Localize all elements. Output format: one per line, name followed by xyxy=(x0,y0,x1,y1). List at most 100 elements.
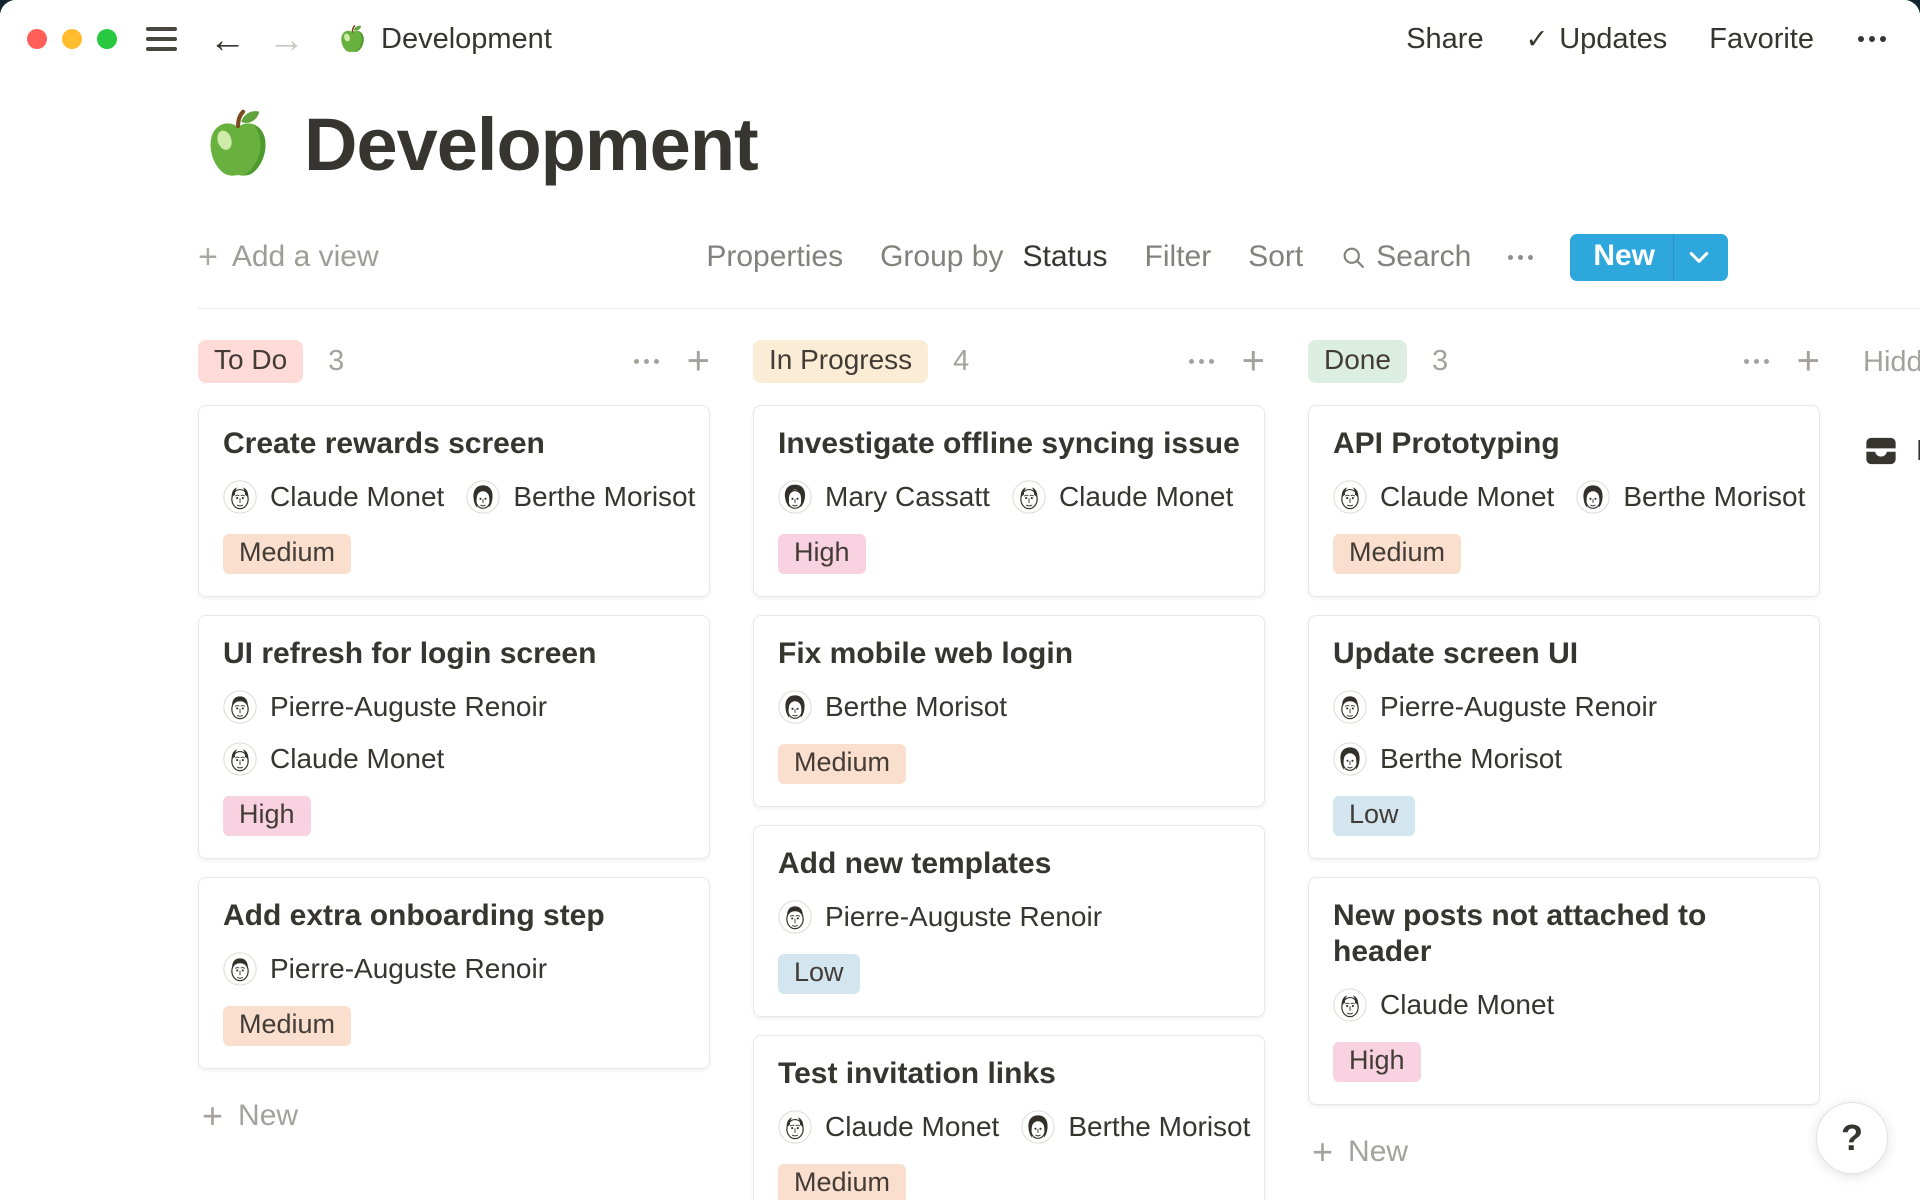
priority-row: Medium xyxy=(778,1144,1240,1200)
assignee-chip: Pierre-Auguste Renoir xyxy=(778,900,1102,934)
page-apple-icon xyxy=(337,24,368,55)
column-count: 3 xyxy=(328,345,344,378)
column-more-icon[interactable] xyxy=(632,351,661,372)
help-button[interactable]: ? xyxy=(1816,1102,1888,1174)
search-button[interactable]: Search xyxy=(1340,240,1471,274)
column-cards: API PrototypingClaude MonetBerthe Moriso… xyxy=(1308,405,1820,1105)
maximize-window-button[interactable] xyxy=(97,29,117,49)
task-card[interactable]: Add new templatesPierre-Auguste RenoirLo… xyxy=(753,825,1265,1017)
column-add-icon[interactable]: + xyxy=(687,341,710,381)
assignee-chip: Berthe Morisot xyxy=(466,480,695,514)
assignee-name: Pierre-Auguste Renoir xyxy=(825,901,1102,933)
favorite-button[interactable]: Favorite xyxy=(1709,23,1814,56)
properties-button[interactable]: Properties xyxy=(706,240,843,274)
column-header: To Do 3 + xyxy=(198,339,710,383)
share-button[interactable]: Share xyxy=(1406,23,1483,56)
column-tools: + xyxy=(632,341,710,381)
assignee-name: Berthe Morisot xyxy=(513,481,695,513)
window-controls xyxy=(27,29,117,49)
priority-row: Medium xyxy=(223,514,685,574)
new-button[interactable]: New xyxy=(1570,234,1728,281)
group-by-label: Group by xyxy=(880,240,1003,274)
assignee-row: Mary Cassatt Claude Monet xyxy=(778,480,1240,514)
assignee-chip: Pierre-Auguste Renoir xyxy=(1333,690,1657,724)
more-options-icon[interactable] xyxy=(1856,30,1888,48)
monet-avatar-icon xyxy=(1333,988,1367,1022)
task-card[interactable]: Investigate offline syncing issueMary Ca… xyxy=(753,405,1265,597)
sidebar-toggle-icon[interactable] xyxy=(146,27,177,51)
assignee-row: Pierre-Auguste Renoir xyxy=(778,900,1240,934)
task-card[interactable]: Add extra onboarding stepPierre-Auguste … xyxy=(198,877,710,1069)
board-column-in-progress: In Progress4+ Investigate offline syncing… xyxy=(753,339,1265,1200)
column-more-icon[interactable] xyxy=(1187,351,1216,372)
priority-badge: Low xyxy=(778,954,860,994)
hidden-columns-label[interactable]: Hidden columns xyxy=(1863,346,1920,379)
assignee-chip: Claude Monet xyxy=(1333,480,1554,514)
column-more-icon[interactable] xyxy=(1742,351,1771,372)
view-more-options-icon[interactable] xyxy=(1508,255,1533,260)
assignee-name: Claude Monet xyxy=(825,1111,999,1143)
board-column-done: Done3+API PrototypingClaude MonetBerthe … xyxy=(1308,339,1820,1173)
kanban-board: To Do 3 + Create rewards screenClaude Monet… xyxy=(0,309,1920,1200)
assignee-chip: Claude Monet xyxy=(1012,480,1233,514)
assignee-row: Berthe Morisot xyxy=(778,690,1240,724)
morisot-avatar-icon xyxy=(778,690,812,724)
priority-badge: Medium xyxy=(223,534,351,574)
assignee-chip: Berthe Morisot xyxy=(1576,480,1805,514)
assignee-chip: Claude Monet xyxy=(223,480,444,514)
card-title: Fix mobile web login xyxy=(778,636,1240,672)
add-card-label: New xyxy=(238,1099,298,1133)
assignee-row: Claude MonetBerthe Morisot xyxy=(778,1110,1240,1144)
priority-row: Low xyxy=(1333,776,1795,836)
hidden-group-no-status[interactable]: No Status xyxy=(1863,433,1920,469)
page-title[interactable]: Development xyxy=(304,102,758,187)
renoir-avatar-icon xyxy=(223,952,257,986)
assignee-chip: Mary Cassatt xyxy=(778,480,990,514)
monet-avatar-icon xyxy=(223,742,257,776)
task-card[interactable]: Fix mobile web loginBerthe MorisotMedium xyxy=(753,615,1265,807)
column-header: In Progress4+ xyxy=(753,339,1265,383)
task-card[interactable]: Create rewards screenClaude MonetBerthe … xyxy=(198,405,710,597)
column-name-badge[interactable]: Done xyxy=(1308,340,1407,383)
new-button-label: New xyxy=(1570,239,1673,275)
task-card[interactable]: UI refresh for login screenPierre-August… xyxy=(198,615,710,859)
assignee-row: Pierre-Auguste Renoir xyxy=(1333,690,1795,724)
priority-row: Low xyxy=(778,934,1240,994)
minimize-window-button[interactable] xyxy=(62,29,82,49)
add-card-button[interactable]: +New xyxy=(1308,1131,1820,1173)
filter-button[interactable]: Filter xyxy=(1145,240,1212,274)
group-by-button[interactable]: Group byStatus xyxy=(880,240,1107,274)
assignee-name: Claude Monet xyxy=(270,481,444,513)
add-view-button[interactable]: + Add a view xyxy=(198,238,379,277)
priority-badge: Medium xyxy=(778,1164,906,1200)
breadcrumb[interactable]: Development xyxy=(337,23,552,56)
page-apple-icon-large[interactable] xyxy=(200,107,276,183)
board-column-to-do: To Do 3 + Create rewards screenClaude Monet… xyxy=(198,339,710,1137)
assignee-name: Claude Monet xyxy=(1380,481,1554,513)
assignee-name: Mary Cassatt xyxy=(825,481,990,513)
assignee-chip: Claude Monet xyxy=(778,1110,999,1144)
column-tools: + xyxy=(1187,341,1265,381)
card-title: Update screen UI xyxy=(1333,636,1795,672)
close-window-button[interactable] xyxy=(27,29,47,49)
assignee-name: Claude Monet xyxy=(1380,989,1554,1021)
back-arrow-icon[interactable]: ← xyxy=(209,21,246,58)
chevron-down-icon[interactable] xyxy=(1674,246,1728,268)
add-card-button[interactable]: +New xyxy=(198,1095,710,1137)
updates-button[interactable]: ✓ Updates xyxy=(1526,23,1668,56)
task-card[interactable]: API PrototypingClaude MonetBerthe Moriso… xyxy=(1308,405,1820,597)
plus-icon: + xyxy=(1312,1131,1333,1173)
sort-button[interactable]: Sort xyxy=(1248,240,1303,274)
column-name-badge[interactable]: To Do xyxy=(198,340,303,383)
task-card[interactable]: Test invitation linksClaude MonetBerthe … xyxy=(753,1035,1265,1200)
column-add-icon[interactable]: + xyxy=(1797,341,1820,381)
column-name-badge[interactable]: In Progress xyxy=(753,340,928,383)
hidden-group-label: No Status xyxy=(1916,435,1920,468)
priority-row: High xyxy=(1333,1022,1795,1082)
task-card[interactable]: New posts not attached to headerClaude M… xyxy=(1308,877,1820,1105)
column-add-icon[interactable]: + xyxy=(1242,341,1265,381)
assignee-row: Claude MonetBerthe Morisot xyxy=(1333,480,1795,514)
task-card[interactable]: Update screen UIPierre-Auguste RenoirBer… xyxy=(1308,615,1820,859)
assignee-chip: Berthe Morisot xyxy=(1021,1110,1250,1144)
search-label: Search xyxy=(1376,240,1471,274)
